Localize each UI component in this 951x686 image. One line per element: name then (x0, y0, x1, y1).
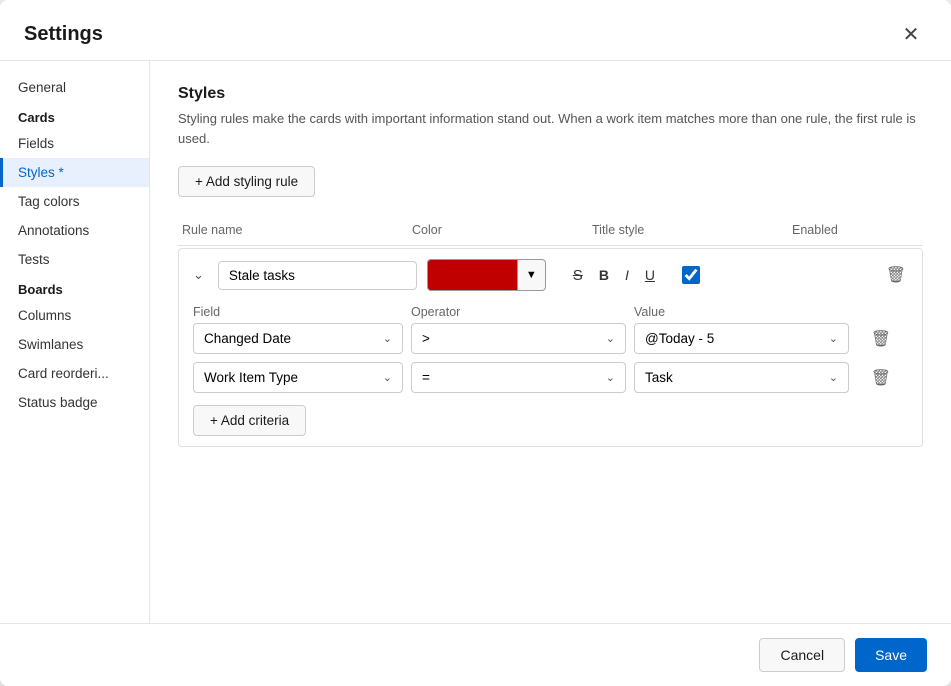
close-button[interactable]: ✕ (895, 18, 927, 50)
criteria-col-field: Field (193, 305, 403, 319)
value-select-1-arrow: ⌄ (829, 332, 838, 345)
field-select-1-text: Changed Date (204, 331, 383, 346)
dialog-header: Settings ✕ (0, 0, 951, 61)
rule-row: ⌄ ▼ S B I U 🗑 (178, 248, 923, 447)
operator-select-2-arrow: ⌄ (606, 371, 615, 384)
cancel-button[interactable]: Cancel (759, 638, 845, 672)
title-style-group: S B I U (566, 263, 662, 288)
main-content: Styles Styling rules make the cards with… (150, 61, 951, 623)
rule-main-row: ⌄ ▼ S B I U 🗑 (189, 259, 912, 291)
rule-name-input[interactable] (218, 261, 417, 290)
value-select-1-text: @Today - 5 (645, 331, 829, 346)
field-select-2-arrow: ⌄ (383, 371, 392, 384)
value-select-2[interactable]: Task ⌄ (634, 362, 849, 393)
color-picker-group: ▼ (427, 259, 546, 291)
delete-criteria-1-button[interactable]: 🗑 (865, 325, 897, 353)
operator-select-1-arrow: ⌄ (606, 332, 615, 345)
value-select-2-text: Task (645, 370, 829, 385)
operator-select-2-text: = (422, 370, 606, 385)
col-header-title-style: Title style (588, 221, 788, 239)
sidebar-item-status-badge[interactable]: Status badge (0, 388, 149, 417)
sidebar-section-cards: Cards (0, 102, 149, 129)
add-criteria-button[interactable]: + Add criteria (193, 405, 306, 436)
col-header-actions (888, 221, 928, 239)
table-header-row: Rule name Color Title style Enabled (178, 215, 923, 246)
criteria-col-delete (857, 305, 897, 319)
sidebar-item-fields[interactable]: Fields (0, 129, 149, 158)
expand-rule-button[interactable]: ⌄ (189, 265, 208, 285)
dialog-footer: Cancel Save (0, 623, 951, 686)
underline-style-button[interactable]: U (638, 263, 662, 287)
dialog-title: Settings (24, 23, 103, 46)
delete-rule-button[interactable]: 🗑 (880, 261, 912, 289)
sidebar-section-boards: Boards (0, 274, 149, 301)
field-select-1[interactable]: Changed Date ⌄ (193, 323, 403, 354)
field-select-2[interactable]: Work Item Type ⌄ (193, 362, 403, 393)
sidebar-item-tag-colors[interactable]: Tag colors (0, 187, 149, 216)
save-button[interactable]: Save (855, 638, 927, 672)
operator-select-1-text: > (422, 331, 606, 346)
value-select-1[interactable]: @Today - 5 ⌄ (634, 323, 849, 354)
operator-select-2[interactable]: = ⌄ (411, 362, 626, 393)
operator-select-1[interactable]: > ⌄ (411, 323, 626, 354)
criteria-row-1: Changed Date ⌄ > ⌄ @Today - 5 ⌄ 🗑 (189, 323, 912, 354)
sidebar-item-general[interactable]: General (0, 73, 149, 102)
color-swatch[interactable] (427, 259, 517, 291)
sidebar-item-swimlanes[interactable]: Swimlanes (0, 330, 149, 359)
delete-criteria-2-button[interactable]: 🗑 (865, 364, 897, 392)
sidebar-item-annotations[interactable]: Annotations (0, 216, 149, 245)
col-header-enabled: Enabled (788, 221, 888, 239)
col-header-color: Color (408, 221, 588, 239)
settings-dialog: Settings ✕ General Cards Fields Styles *… (0, 0, 951, 686)
section-desc: Styling rules make the cards with import… (178, 109, 923, 148)
criteria-col-value: Value (634, 305, 849, 319)
strikethrough-style-button[interactable]: S (566, 263, 590, 288)
section-title: Styles (178, 85, 923, 103)
field-select-1-arrow: ⌄ (383, 332, 392, 345)
dialog-body: General Cards Fields Styles * Tag colors… (0, 61, 951, 623)
criteria-row-2: Work Item Type ⌄ = ⌄ Task ⌄ 🗑 (189, 362, 912, 393)
criteria-col-operator: Operator (411, 305, 626, 319)
sidebar: General Cards Fields Styles * Tag colors… (0, 61, 150, 623)
color-dropdown-button[interactable]: ▼ (517, 259, 546, 291)
field-select-2-text: Work Item Type (204, 370, 383, 385)
sidebar-item-card-reordering[interactable]: Card reorderi... (0, 359, 149, 388)
sidebar-item-styles[interactable]: Styles * (0, 158, 149, 187)
italic-style-button[interactable]: I (618, 263, 636, 287)
add-styling-rule-button[interactable]: + Add styling rule (178, 166, 315, 197)
sidebar-item-tests[interactable]: Tests (0, 245, 149, 274)
enabled-checkbox[interactable] (682, 266, 700, 284)
value-select-2-arrow: ⌄ (829, 371, 838, 384)
bold-style-button[interactable]: B (592, 263, 616, 287)
col-header-rule-name: Rule name (178, 221, 408, 239)
sidebar-item-columns[interactable]: Columns (0, 301, 149, 330)
criteria-header: Field Operator Value (189, 301, 912, 323)
